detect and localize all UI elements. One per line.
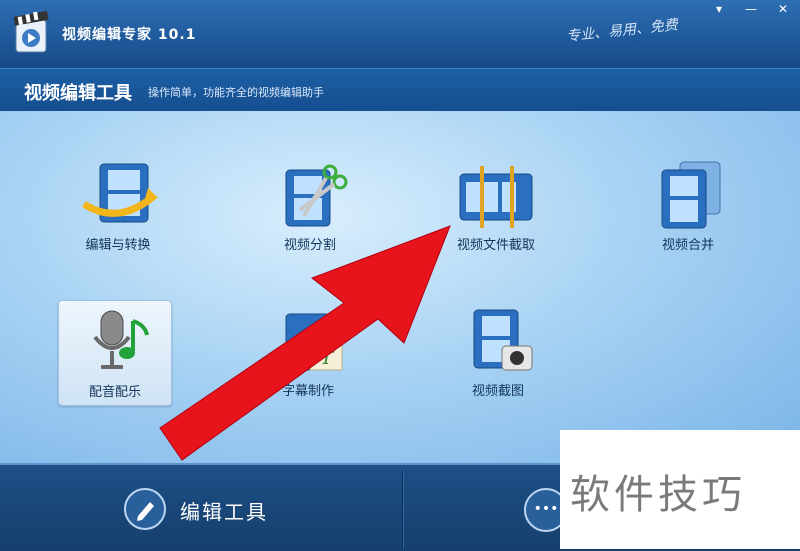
microphone-music-icon	[93, 310, 149, 369]
tool-label: 字幕制作	[281, 384, 334, 399]
tab-edit-tools[interactable]: 编辑工具	[120, 482, 320, 538]
minimize-icon[interactable]: —	[742, 2, 760, 16]
tool-screenshot[interactable]: 视频截图	[442, 300, 554, 404]
close-icon[interactable]: ✕	[774, 2, 792, 16]
tool-dub[interactable]: 配音配乐	[58, 300, 172, 406]
tool-label: 视频合并	[661, 238, 714, 253]
tool-clip[interactable]: 视频文件截取	[440, 154, 552, 258]
section-subtitle: 操作简单，功能齐全的视频编辑助手	[148, 86, 324, 99]
app-logo-icon	[13, 10, 49, 53]
tool-label: 视频分割	[283, 238, 336, 253]
film-convert-icon	[82, 163, 158, 223]
title-bar: 视频编辑专家 10.1 专业、易用、免费 ▾ — ✕	[0, 0, 800, 68]
film-trim-icon	[459, 166, 533, 228]
menu-dropdown-icon[interactable]: ▾	[710, 2, 728, 16]
tool-label: 编辑与转换	[85, 238, 151, 253]
svg-text:T: T	[320, 345, 335, 369]
section-header: 视频编辑工具 操作简单，功能齐全的视频编辑助手	[0, 68, 800, 112]
pencil-icon	[124, 488, 166, 530]
tool-subtitle[interactable]: T 字幕制作	[252, 300, 364, 404]
watermark: 软件技巧	[560, 430, 800, 549]
film-subtitle-icon: T	[285, 313, 343, 371]
tool-label: 配音配乐	[88, 385, 141, 400]
tab-edit-tools-label: 编辑工具	[180, 500, 268, 524]
film-scissors-icon	[285, 164, 348, 227]
bottom-divider	[402, 470, 403, 549]
window-controls: ▾ — ✕	[710, 2, 792, 16]
film-camera-icon	[473, 309, 533, 371]
section-title: 视频编辑工具	[24, 83, 132, 104]
watermark-text: 软件技巧	[570, 472, 746, 518]
film-merge-icon	[661, 161, 721, 229]
tool-split[interactable]: 视频分割	[254, 154, 366, 258]
tool-label: 视频截图	[471, 384, 524, 399]
tool-merge[interactable]: 视频合并	[632, 154, 744, 258]
app-slogan: 专业、易用、免费	[565, 17, 679, 45]
tool-label: 视频文件截取	[456, 238, 535, 253]
app-title: 视频编辑专家 10.1	[62, 27, 197, 43]
tool-edit-convert[interactable]: 编辑与转换	[62, 154, 174, 258]
